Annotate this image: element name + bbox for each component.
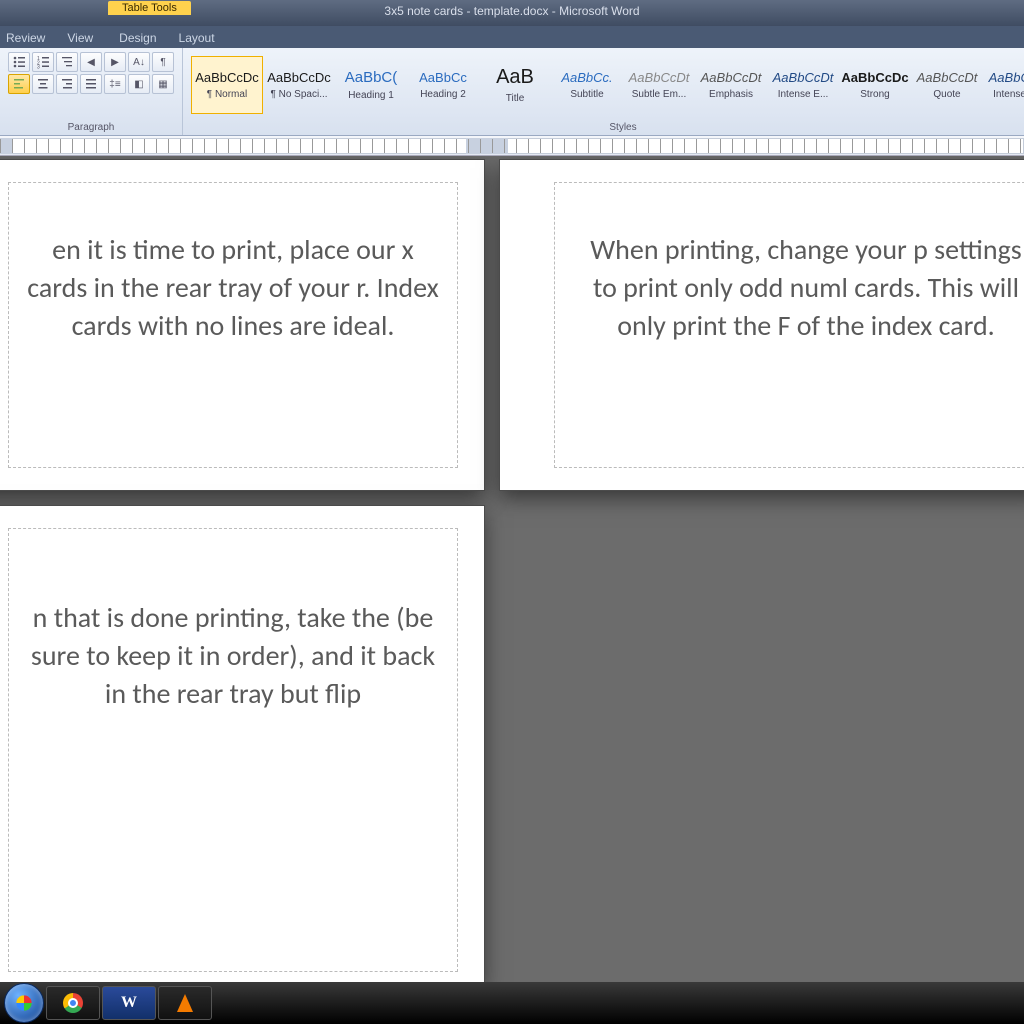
word-icon: W	[121, 994, 137, 1012]
styles-gallery[interactable]: AaBbCcDc¶ Normal AaBbCcDc¶ No Spaci... A…	[191, 52, 1024, 120]
numbering-button[interactable]: 123	[32, 52, 54, 72]
card-text[interactable]: When printing, change your p settings to…	[555, 183, 1024, 344]
style-heading-2[interactable]: AaBbCcHeading 2	[407, 56, 479, 114]
horizontal-ruler[interactable]	[0, 136, 1024, 156]
paragraph-group: 123 ◀ ▶ A↓ ¶ ‡≡ ◧ ▦ Paragraph	[0, 48, 183, 135]
card-text[interactable]: en it is time to print, place our x card…	[9, 183, 457, 344]
document-canvas[interactable]: en it is time to print, place our x card…	[0, 156, 1024, 982]
style-no-spacing[interactable]: AaBbCcDc¶ No Spaci...	[263, 56, 335, 114]
decrease-indent-button[interactable]: ◀	[80, 52, 102, 72]
style-heading-1[interactable]: AaBbC(Heading 1	[335, 56, 407, 114]
chrome-icon	[63, 993, 83, 1013]
justify-button[interactable]	[80, 74, 102, 94]
tab-review[interactable]: Review	[6, 31, 45, 48]
start-button[interactable]	[4, 983, 44, 1023]
align-left-button[interactable]	[8, 74, 30, 94]
multilevel-list-button[interactable]	[56, 52, 78, 72]
line-spacing-button[interactable]: ‡≡	[104, 74, 126, 94]
table-tools-label: Table Tools	[108, 1, 191, 15]
styles-group: AaBbCcDc¶ Normal AaBbCcDc¶ No Spaci... A…	[183, 48, 1024, 135]
card-border: en it is time to print, place our x card…	[8, 182, 458, 468]
style-emphasis[interactable]: AaBbCcDtEmphasis	[695, 56, 767, 114]
show-marks-button[interactable]: ¶	[152, 52, 174, 72]
taskbar-word[interactable]: W	[102, 986, 156, 1020]
ribbon-tab-strip: Review View Design Layout	[0, 26, 1024, 48]
style-normal[interactable]: AaBbCcDc¶ Normal	[191, 56, 263, 114]
index-card-2[interactable]: When printing, change your p settings to…	[500, 160, 1024, 490]
style-subtitle[interactable]: AaBbCc.Subtitle	[551, 56, 623, 114]
shading-button[interactable]: ◧	[128, 74, 150, 94]
style-strong[interactable]: AaBbCcDcStrong	[839, 56, 911, 114]
style-quote[interactable]: AaBbCcDtQuote	[911, 56, 983, 114]
card-border: When printing, change your p settings to…	[554, 182, 1024, 468]
style-subtle-emphasis[interactable]: AaBbCcDtSubtle Em...	[623, 56, 695, 114]
document-title: 3x5 note cards - template.docx - Microso…	[384, 4, 639, 18]
taskbar-vlc[interactable]	[158, 986, 212, 1020]
style-title[interactable]: AaBTitle	[479, 56, 551, 114]
index-card-3[interactable]: n that is done printing, take the (be su…	[0, 506, 484, 982]
sort-button[interactable]: A↓	[128, 52, 150, 72]
align-center-button[interactable]	[32, 74, 54, 94]
tab-layout[interactable]: Layout	[179, 31, 215, 48]
card-text[interactable]: n that is done printing, take the (be su…	[9, 529, 457, 712]
taskbar-chrome[interactable]	[46, 986, 100, 1020]
tab-design[interactable]: Design	[119, 31, 156, 48]
windows-taskbar: W	[0, 982, 1024, 1024]
card-border: n that is done printing, take the (be su…	[8, 528, 458, 972]
borders-button[interactable]: ▦	[152, 74, 174, 94]
bullets-button[interactable]	[8, 52, 30, 72]
paragraph-group-label: Paragraph	[8, 120, 174, 133]
index-card-1[interactable]: en it is time to print, place our x card…	[0, 160, 484, 490]
tab-view[interactable]: View	[67, 31, 93, 48]
window-titlebar: 3x5 note cards - template.docx - Microso…	[0, 0, 1024, 26]
ribbon: 123 ◀ ▶ A↓ ¶ ‡≡ ◧ ▦ Paragraph AaBbCcDc¶ …	[0, 48, 1024, 136]
style-intense-quote[interactable]: AaBbCcDtIntense Q...	[983, 56, 1024, 114]
vlc-icon	[177, 994, 193, 1012]
contextual-tab-group: Table Tools	[108, 0, 191, 15]
svg-text:3: 3	[37, 65, 40, 70]
style-intense-emphasis[interactable]: AaBbCcDtIntense E...	[767, 56, 839, 114]
styles-group-label: Styles	[191, 120, 1024, 133]
align-right-button[interactable]	[56, 74, 78, 94]
increase-indent-button[interactable]: ▶	[104, 52, 126, 72]
